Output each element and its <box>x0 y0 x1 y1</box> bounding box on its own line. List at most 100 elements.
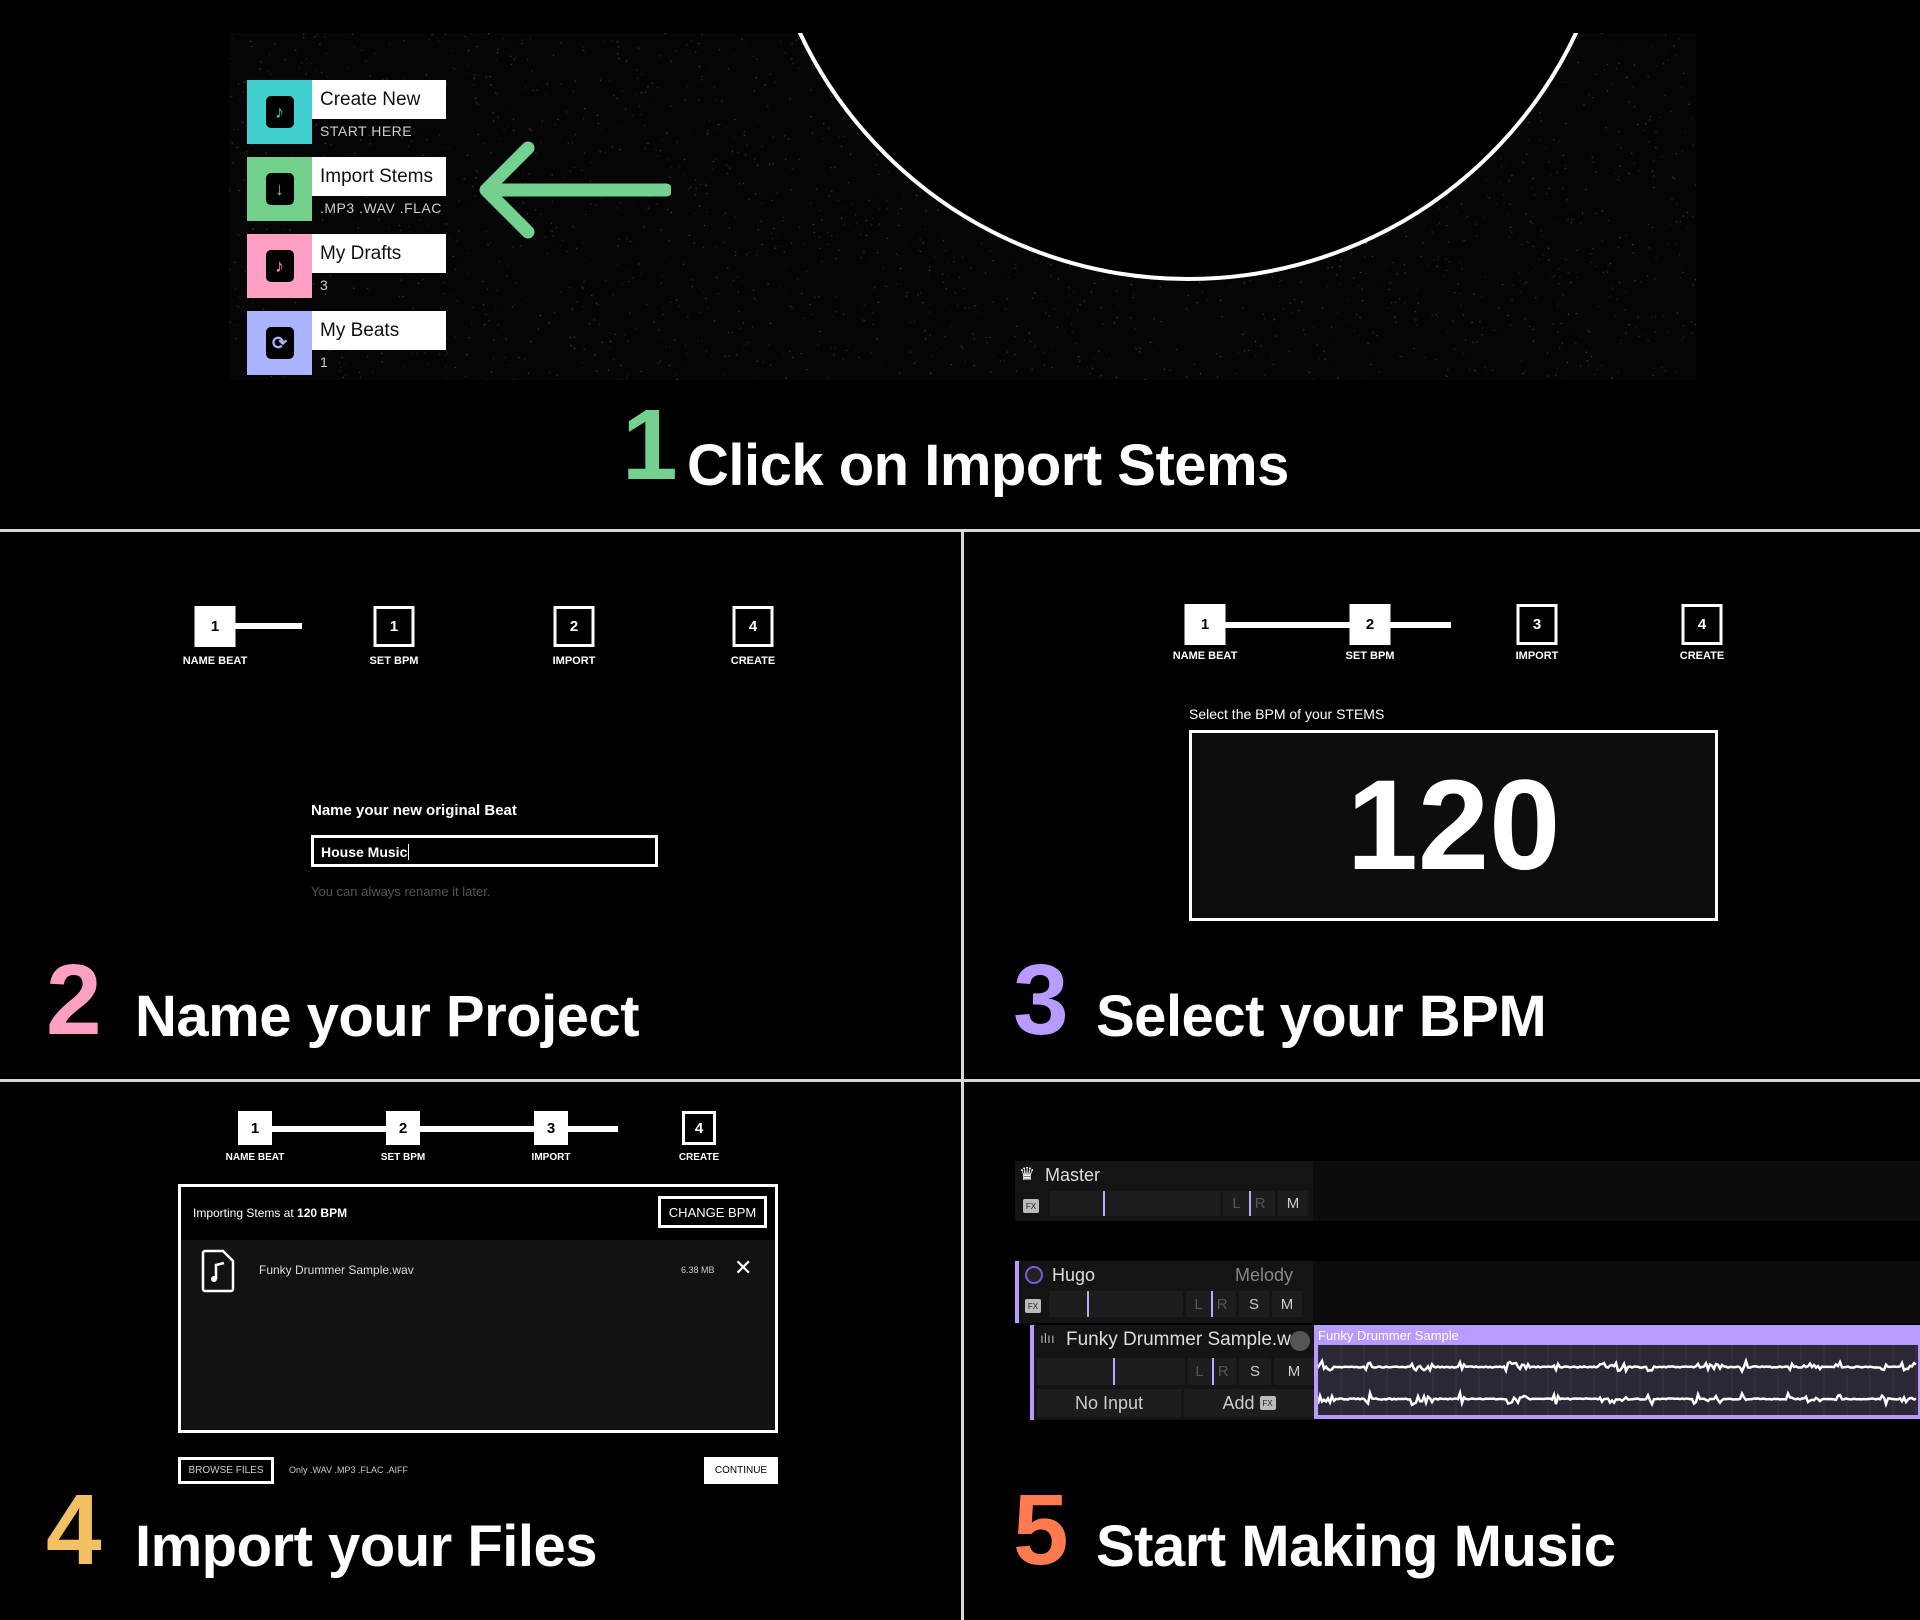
mute-button[interactable]: M <box>1272 1291 1302 1317</box>
mute-button[interactable]: M <box>1274 1358 1314 1385</box>
music-file-icon: ♪ <box>247 234 312 298</box>
step-box-1: 1 <box>194 606 236 647</box>
pan-control[interactable]: LR <box>1186 1291 1236 1317</box>
bpm-prompt: Select the BPM of your STEMS <box>1189 706 1385 722</box>
pan-control[interactable]: LR <box>1188 1358 1236 1385</box>
step-number-1: 1 <box>622 389 678 501</box>
step-label: CREATE <box>730 655 776 667</box>
step-title-4: Import your Files <box>135 1514 598 1579</box>
file-name: Funky Drummer Sample.wav <box>259 1263 414 1277</box>
menu-item-subtitle: .MP3 .WAV .FLAC <box>320 200 442 216</box>
step-number-5: 5 <box>1013 1474 1069 1586</box>
input-select[interactable]: No Input <box>1037 1389 1181 1417</box>
step-box-4: 4 <box>732 606 774 647</box>
step-title-3: Select your BPM <box>1096 984 1547 1049</box>
master-label: Master <box>1045 1165 1101 1185</box>
music-plus-icon: ♪ <box>247 80 312 144</box>
clip-label: Funky Drummer Sample <box>1318 1328 1459 1343</box>
step-number-2: 2 <box>46 944 102 1056</box>
name-field-label: Name your new original Beat <box>311 802 517 819</box>
step-box-2: 2 <box>386 1111 420 1145</box>
divider <box>0 1079 1920 1082</box>
step-box-1: 1 <box>1184 604 1226 645</box>
menu-item-create-new[interactable]: ♪ Create New START HERE <box>247 80 446 144</box>
beat-name-input[interactable]: House Music <box>311 835 658 867</box>
arrow-left-icon <box>479 141 671 239</box>
step-box-2: 2 <box>1349 604 1391 645</box>
hugo-track-header: Hugo Melody FX LR S M <box>1015 1261 1313 1323</box>
record-toggle[interactable] <box>1290 1331 1310 1351</box>
step-label: IMPORT <box>531 1152 571 1163</box>
waveform-channel <box>1318 1357 1917 1375</box>
clip-waveform <box>1318 1345 1918 1415</box>
file-download-icon: ↓ <box>247 157 312 221</box>
import-status: Importing Stems at 120 BPM <box>193 1206 348 1220</box>
volume-slider[interactable] <box>1049 1291 1183 1317</box>
step-box-4: 4 <box>682 1111 716 1145</box>
divider <box>0 529 1920 532</box>
bpm-input[interactable]: 120 <box>1189 730 1718 921</box>
menu-item-subtitle: 3 <box>320 277 329 293</box>
globe-graphic <box>797 33 1579 281</box>
step-label: CREATE <box>678 1152 720 1163</box>
step-box-3: 3 <box>1516 604 1558 645</box>
stem-name: Funky Drummer Sample.w <box>1066 1329 1291 1350</box>
file-size: 6.38 MB <box>681 1265 715 1275</box>
menu-item-my-beats[interactable]: ⟳ My Beats 1 <box>247 311 446 375</box>
menu-item-subtitle: 1 <box>320 354 329 370</box>
bpm-value: 120 <box>1346 754 1561 897</box>
mute-button[interactable]: M <box>1278 1191 1308 1216</box>
step-label: IMPORT <box>1515 650 1559 662</box>
track-name: Hugo <box>1052 1265 1096 1285</box>
audio-file-icon <box>201 1249 235 1293</box>
menu-item-label: My Drafts <box>312 234 446 273</box>
add-fx-button[interactable]: Add FX <box>1184 1389 1314 1417</box>
menu-item-import-stems[interactable]: ↓ Import Stems .MP3 .WAV .FLAC <box>247 157 446 221</box>
browse-files-button[interactable]: BROWSE FILES <box>178 1457 274 1484</box>
step-title-1: Click on Import Stems <box>687 433 1289 498</box>
stem-track-header: ılıı Funky Drummer Sample.w LR S M No In… <box>1030 1325 1314 1420</box>
solo-button[interactable]: S <box>1239 1358 1271 1385</box>
track-type: Melody <box>1235 1265 1294 1285</box>
step-title-2: Name your Project <box>135 984 640 1049</box>
step-title-5: Start Making Music <box>1096 1514 1616 1579</box>
fx-button[interactable]: FX <box>1023 1199 1039 1213</box>
audio-clip[interactable]: Funky Drummer Sample <box>1314 1325 1920 1419</box>
menu-item-label: Import Stems <box>312 157 446 196</box>
stepper-progress-line <box>1225 622 1451 628</box>
step-label: NAME BEAT <box>182 655 248 667</box>
allowed-formats: Only .WAV .MP3 .FLAC .AIFF <box>289 1465 409 1475</box>
menu-item-label: My Beats <box>312 311 446 350</box>
solo-button[interactable]: S <box>1239 1291 1269 1317</box>
step-box-3: 2 <box>553 606 595 647</box>
instrument-avatar-icon <box>1025 1266 1043 1284</box>
step-label: SET BPM <box>1345 650 1395 662</box>
remove-file-icon[interactable]: ✕ <box>734 1255 752 1281</box>
divider <box>961 530 964 1620</box>
change-bpm-button[interactable]: CHANGE BPM <box>658 1196 767 1228</box>
stepper-progress-line <box>230 623 302 629</box>
step-label: SET BPM <box>380 1152 426 1163</box>
step-number-3: 3 <box>1013 944 1069 1056</box>
pan-control[interactable]: LR <box>1223 1191 1275 1216</box>
continue-button[interactable]: CONTINUE <box>704 1457 778 1484</box>
rename-hint: You can always rename it later. <box>311 884 491 899</box>
step-label: NAME BEAT <box>225 1152 285 1163</box>
step-label: SET BPM <box>369 655 419 667</box>
app-home-screenshot <box>229 33 1696 380</box>
volume-slider[interactable] <box>1037 1358 1185 1385</box>
volume-slider[interactable] <box>1050 1191 1220 1216</box>
crown-icon: ♛ <box>1019 1164 1036 1184</box>
fx-button[interactable]: FX <box>1025 1299 1041 1313</box>
step-number-4: 4 <box>46 1474 102 1586</box>
step-box-2: 1 <box>373 606 415 647</box>
menu-item-subtitle: START HERE <box>320 123 413 139</box>
step-box-4: 4 <box>1681 604 1723 645</box>
waveform-icon: ılıı <box>1040 1330 1055 1346</box>
step-label: NAME BEAT <box>1172 650 1238 662</box>
master-track-header: ♛ Master FX LR M <box>1015 1161 1313 1221</box>
beats-stack-icon: ⟳ <box>247 311 312 375</box>
input-value: House Music <box>321 844 408 860</box>
menu-item-my-drafts[interactable]: ♪ My Drafts 3 <box>247 234 446 298</box>
step-label: IMPORT <box>552 655 596 667</box>
